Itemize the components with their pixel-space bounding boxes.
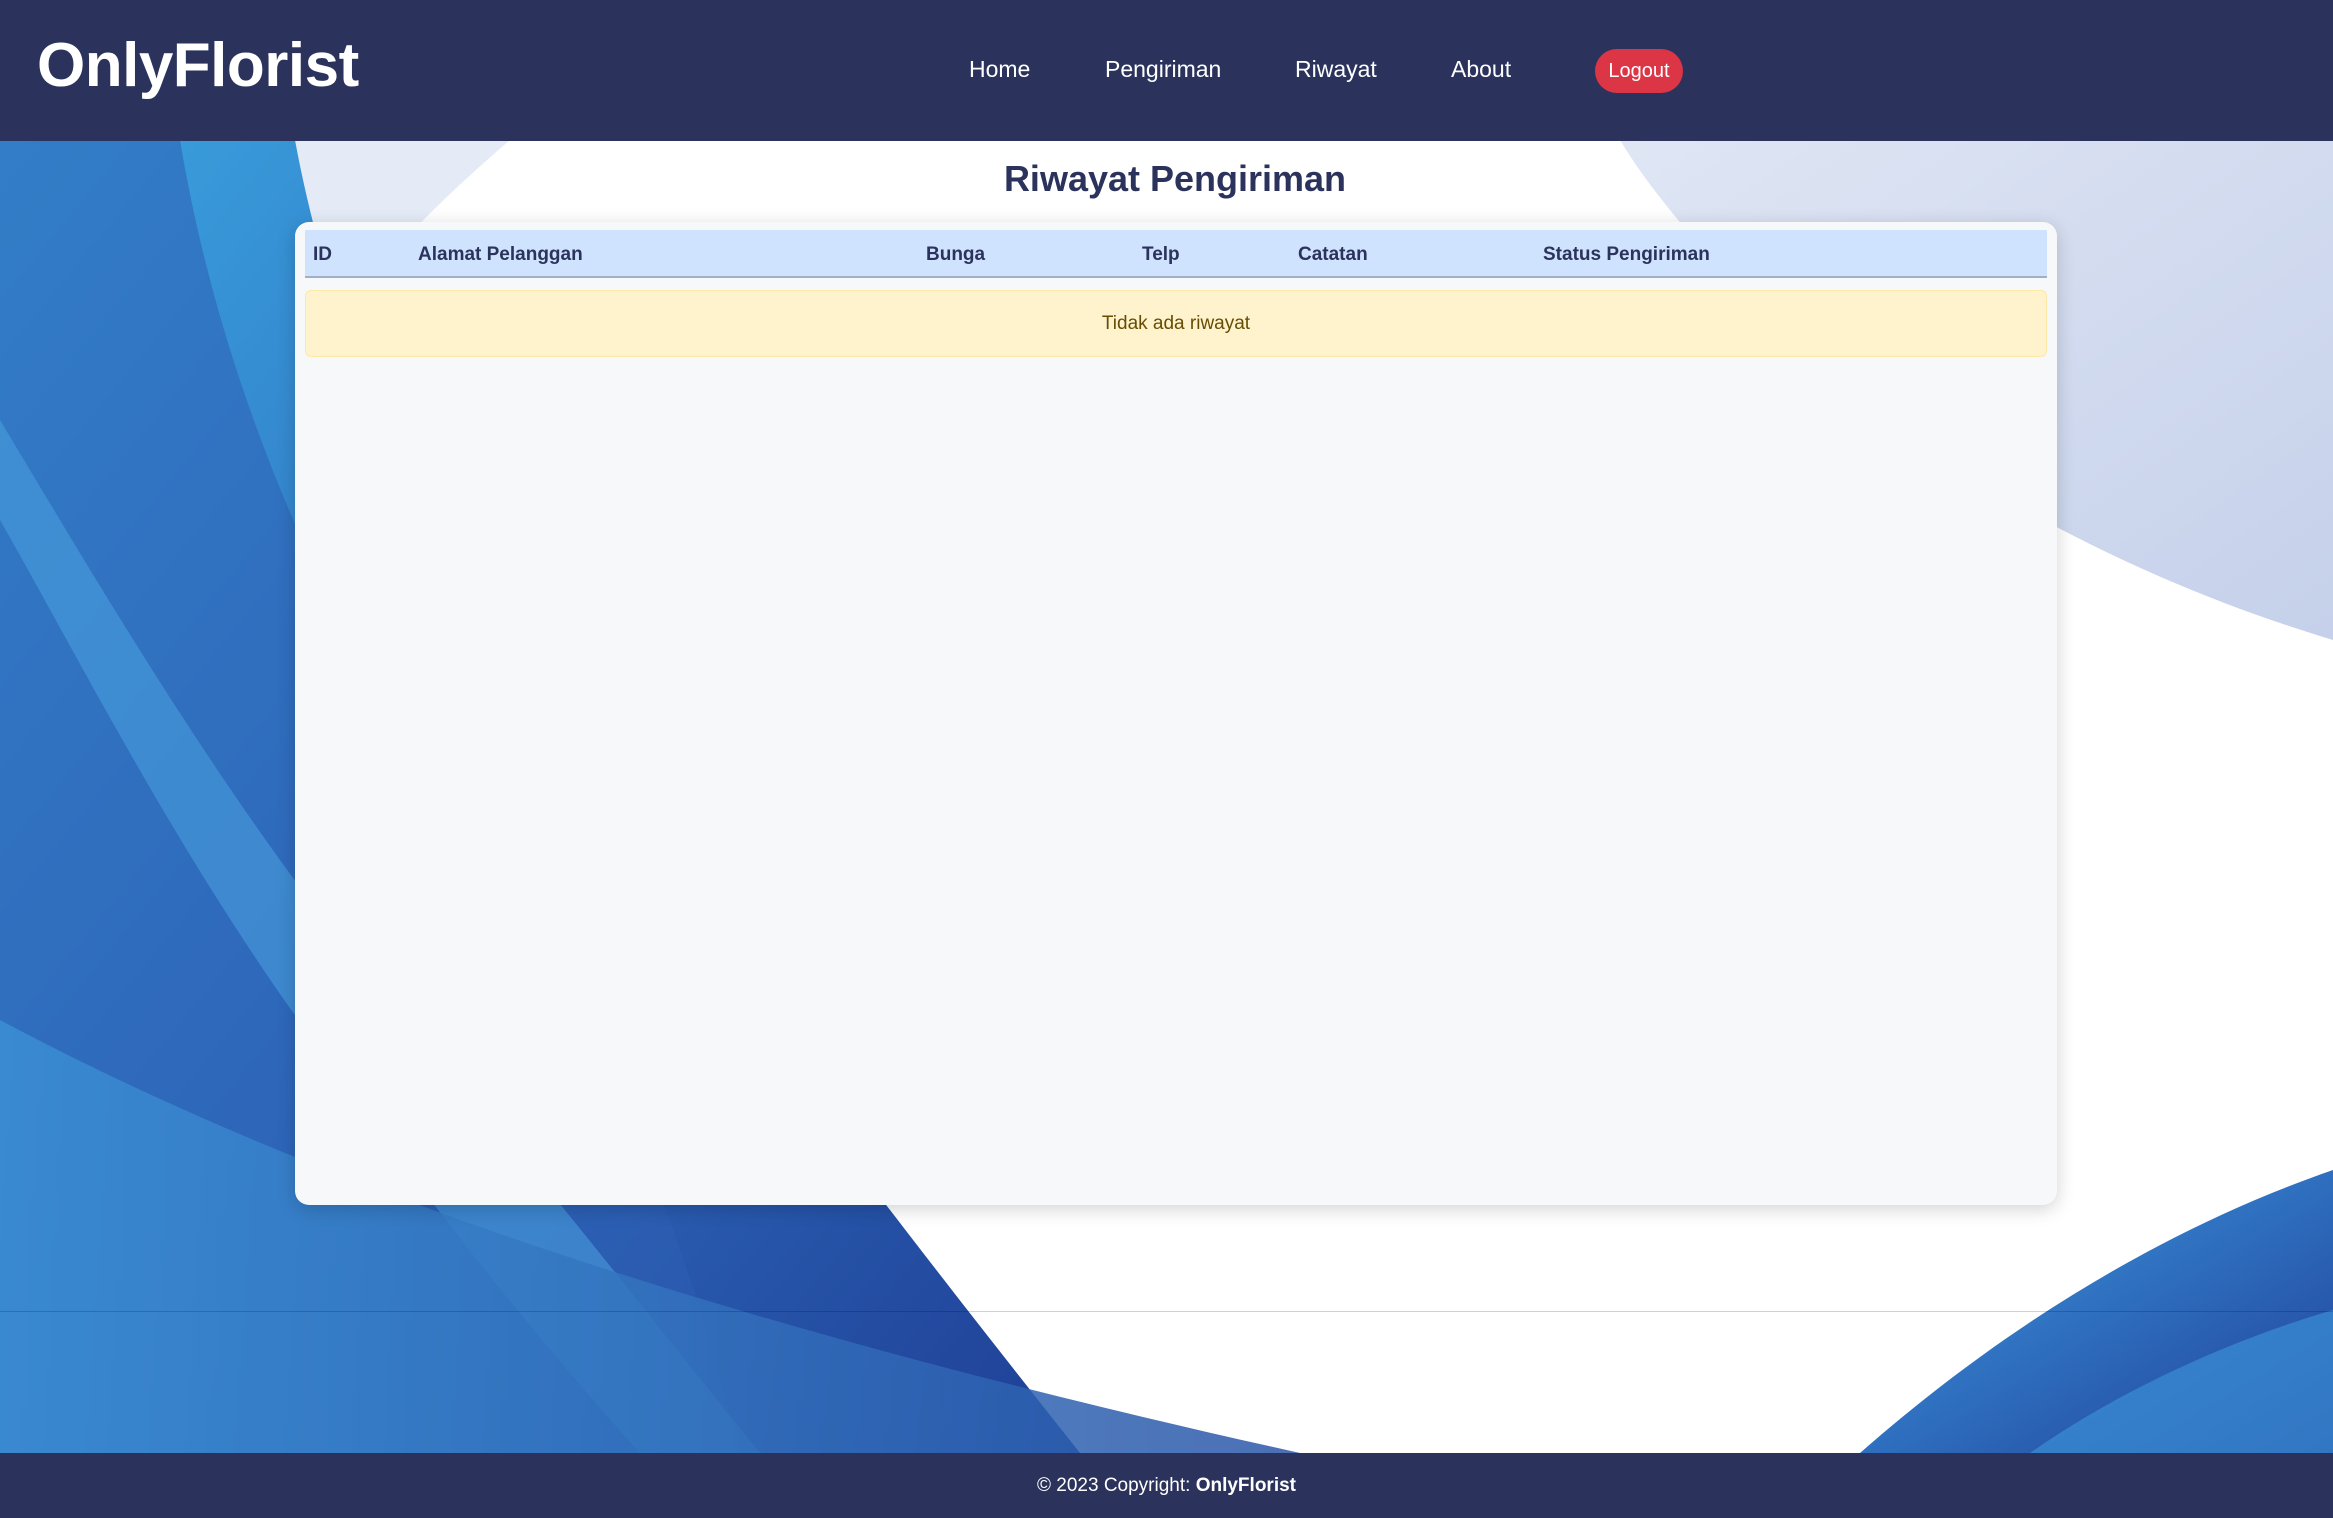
column-header-bunga: Bunga <box>926 244 986 265</box>
nav-riwayat-link[interactable]: Riwayat <box>1295 56 1377 83</box>
divider <box>0 1311 2333 1312</box>
page-title: Riwayat Pengiriman <box>1003 158 1347 199</box>
footer-brand: OnlyFlorist <box>1195 1475 1296 1496</box>
history-card: ID Alamat Pelanggan Bunga Telp Catatan S… <box>295 222 2057 1205</box>
nav-about-link[interactable]: About <box>1451 56 1511 83</box>
column-header-status: Status Pengiriman <box>1543 244 1710 265</box>
column-header-id: ID <box>313 244 332 265</box>
footer-copyright: © 2023 Copyright: <box>1037 1475 1196 1496</box>
nav-home-link[interactable]: Home <box>969 56 1030 83</box>
main-nav: Home Pengiriman Riwayat About Logout <box>0 0 2333 141</box>
column-header-catatan: Catatan <box>1298 244 1368 265</box>
empty-history-alert: Tidak ada riwayat <box>305 290 2047 357</box>
footer: © 2023 Copyright: OnlyFlorist <box>0 1453 2333 1518</box>
column-header-telp: Telp <box>1142 244 1180 265</box>
navbar: OnlyFlorist Home Pengiriman Riwayat Abou… <box>0 0 2333 141</box>
nav-pengiriman-link[interactable]: Pengiriman <box>1105 56 1221 83</box>
logout-button[interactable]: Logout <box>1595 49 1683 93</box>
column-header-alamat: Alamat Pelanggan <box>418 244 583 265</box>
table-header-row: ID Alamat Pelanggan Bunga Telp Catatan S… <box>305 230 2047 278</box>
